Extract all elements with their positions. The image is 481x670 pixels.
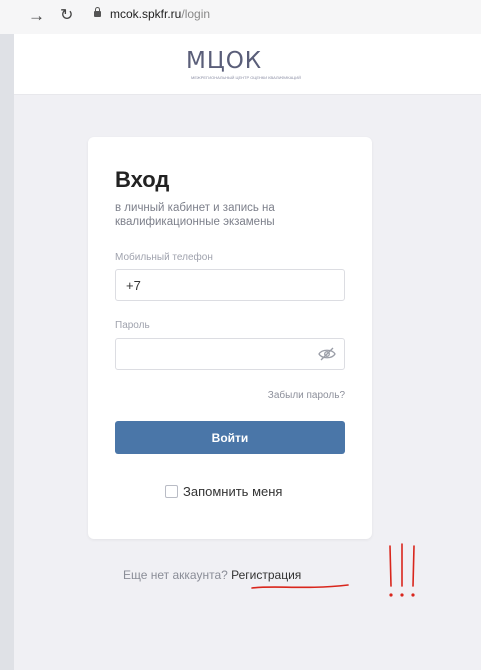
remember-label: Запомнить меня [183,484,283,499]
eye-off-icon[interactable] [318,347,336,361]
site-header: МЦОК МЕЖРЕГИОНАЛЬНЫЙ ЦЕНТР ОЦЕНКИ КВАЛИФ… [14,34,481,95]
logo[interactable]: МЦОК МЕЖРЕГИОНАЛЬНЫЙ ЦЕНТР ОЦЕНКИ КВАЛИФ… [186,48,306,88]
forward-arrow-icon[interactable]: → [28,6,45,26]
reload-icon[interactable]: ↻ [60,6,73,26]
signup-line: Еще нет аккаунта? Регистрация [123,568,301,582]
browser-toolbar: → ↻ mcok.spkfr.ru/login [0,0,481,35]
red-underline-annotation [251,584,349,589]
signup-prompt: Еще нет аккаунта? [123,568,228,582]
phone-input[interactable] [115,269,345,301]
login-title: Вход [115,167,170,192]
url-path: /login [181,7,211,21]
logo-text: МЦОК [186,48,263,74]
login-card: Вход в личный кабинет и запись на квалиф… [88,137,372,539]
lock-icon [94,7,101,17]
password-label: Пароль [115,320,150,331]
remember-checkbox[interactable] [165,485,178,498]
address-bar[interactable]: mcok.spkfr.ru/login [110,7,210,21]
phone-label: Мобильный телефон [115,252,213,263]
url-host: mcok.spkfr.ru [110,7,182,21]
signup-link[interactable]: Регистрация [231,568,301,582]
login-subtitle: в личный кабинет и запись на квалификаци… [115,202,275,228]
password-input[interactable] [115,338,345,370]
exclamation-marks-annotation [389,543,415,597]
login-button[interactable]: Войти [115,421,345,454]
logo-subtitle: МЕЖРЕГИОНАЛЬНЫЙ ЦЕНТР ОЦЕНКИ КВАЛИФИКАЦИ… [191,75,301,80]
forgot-password-link[interactable]: Забыли пароль? [258,390,345,401]
left-margin [0,34,14,670]
